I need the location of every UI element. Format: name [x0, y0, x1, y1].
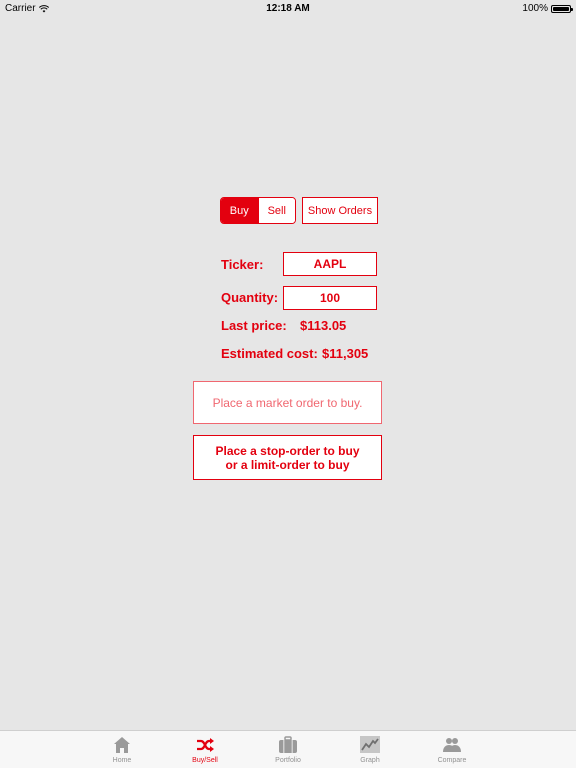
- ticker-label: Ticker:: [221, 257, 264, 272]
- last-price-label: Last price:: [221, 318, 287, 333]
- quantity-label: Quantity:: [221, 290, 279, 305]
- tab-bar: Home Buy/Sell Portfolio Graph Compare: [0, 730, 576, 768]
- buy-sell-segmented-control: Buy Sell: [220, 197, 296, 224]
- tab-compare-label: Compare: [437, 757, 467, 764]
- quantity-field[interactable]: 100: [283, 286, 377, 310]
- stop-limit-order-button[interactable]: Place a stop-order to buy or a limit-ord…: [193, 435, 382, 480]
- status-time: 12:18 AM: [266, 3, 310, 14]
- tab-home[interactable]: Home: [90, 733, 154, 767]
- last-price-value: $113.05: [300, 318, 347, 333]
- segment-buy[interactable]: Buy: [221, 198, 258, 223]
- tab-compare[interactable]: Compare: [420, 733, 484, 767]
- tab-buy-sell-label: Buy/Sell: [192, 757, 218, 764]
- battery-icon: [551, 4, 573, 13]
- people-icon: [443, 738, 461, 752]
- segment-sell[interactable]: Sell: [257, 198, 295, 223]
- show-orders-button[interactable]: Show Orders: [302, 197, 378, 224]
- tab-graph-label: Graph: [360, 757, 380, 764]
- estimated-cost-value: $11,305: [322, 346, 369, 361]
- status-right: 100%: [522, 3, 573, 14]
- graph-icon: [360, 736, 380, 753]
- status-bar: Carrier 12:18 AM 100%: [0, 0, 576, 18]
- tab-buy-sell[interactable]: Buy/Sell: [173, 733, 237, 767]
- shuffle-icon: [197, 738, 214, 752]
- tab-portfolio[interactable]: Portfolio: [256, 733, 320, 767]
- tab-home-label: Home: [112, 757, 132, 764]
- briefcase-icon: [279, 736, 297, 753]
- market-order-button[interactable]: Place a market order to buy.: [193, 381, 382, 424]
- home-icon: [114, 737, 130, 753]
- estimated-cost-label: Estimated cost:: [221, 346, 318, 361]
- tab-portfolio-label: Portfolio: [275, 757, 301, 764]
- ticker-field[interactable]: AAPL: [283, 252, 377, 276]
- tab-graph[interactable]: Graph: [338, 733, 402, 767]
- battery-percent: 100%: [522, 3, 548, 14]
